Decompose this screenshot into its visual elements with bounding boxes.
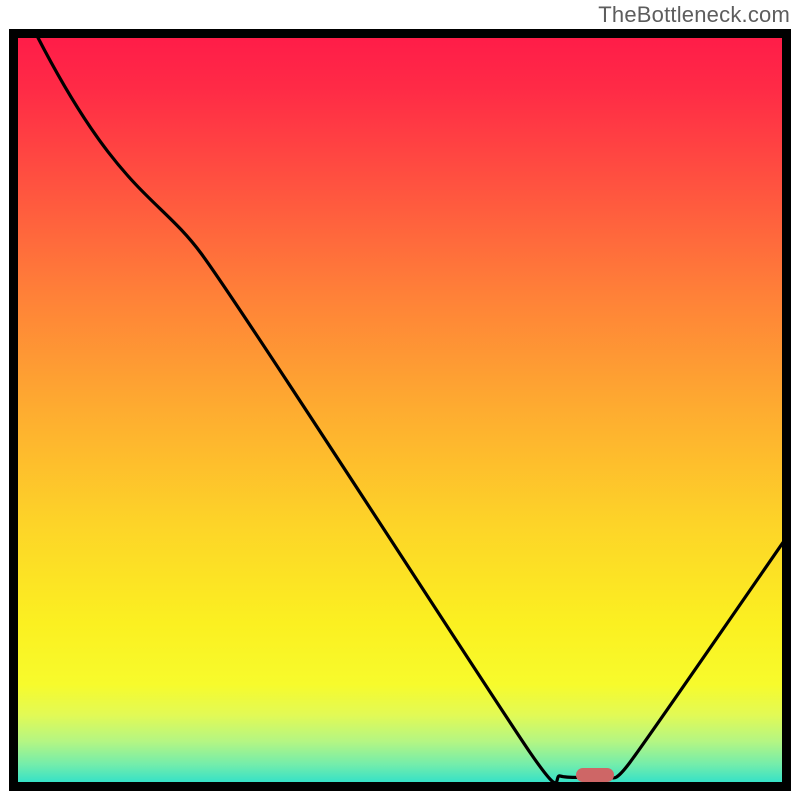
chart-frame [9,29,791,791]
watermark-text: TheBottleneck.com [598,2,790,28]
optimal-marker [576,768,614,782]
gradient-background [9,29,791,791]
plot-area [9,29,791,791]
